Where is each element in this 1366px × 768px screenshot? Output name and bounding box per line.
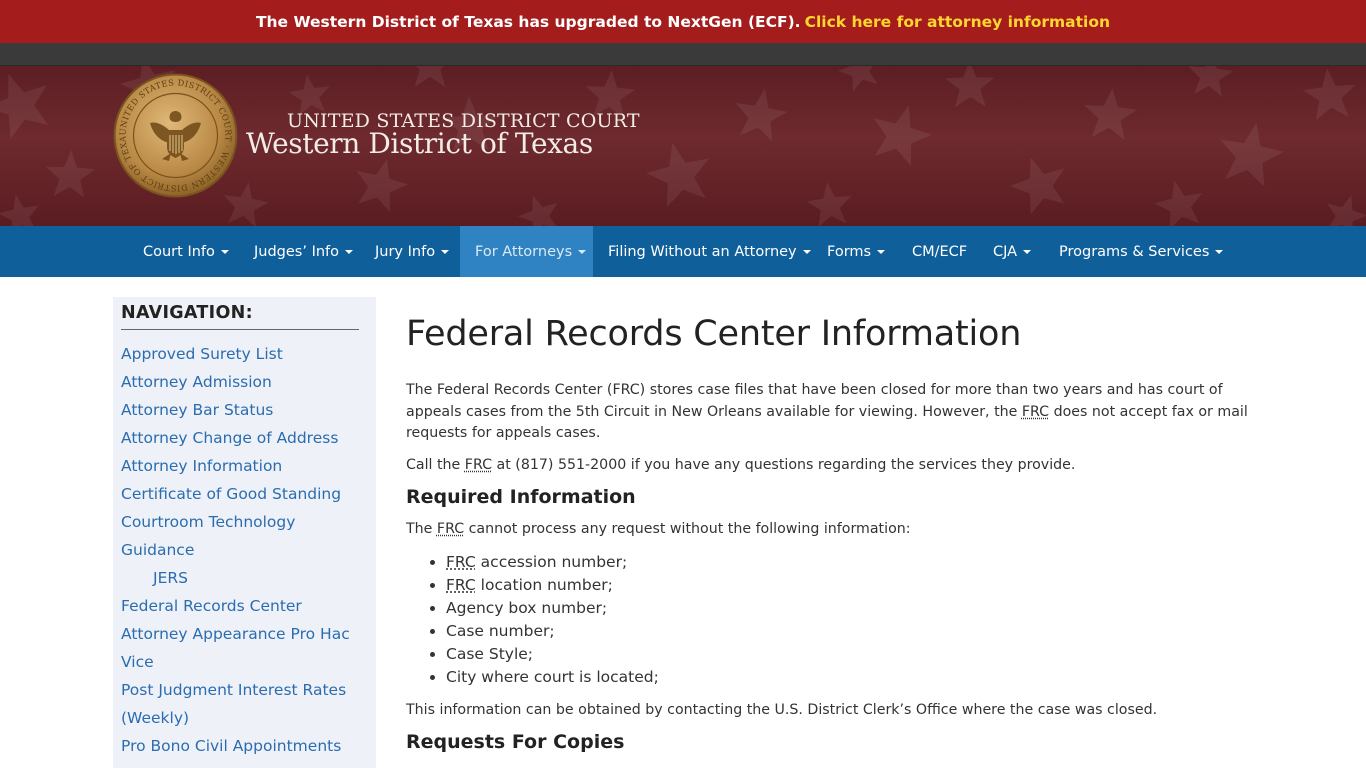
nav-cja[interactable]: CJA: [978, 226, 1046, 277]
sidebar-navigation: NAVIGATION: Approved Surety List Attorne…: [113, 297, 376, 768]
nav-judges-info[interactable]: Judges’ Info: [239, 226, 368, 277]
nav-court-info[interactable]: Court Info: [128, 226, 244, 277]
nav-filing-without-attorney[interactable]: Filing Without an Attorney: [593, 226, 826, 277]
court-name-line2[interactable]: Western District of Texas: [246, 127, 593, 160]
caret-down-icon: [802, 249, 811, 254]
caret-down-icon: [578, 249, 587, 254]
list-item: Case number;: [446, 620, 1256, 643]
sidebar-item-guidance[interactable]: Guidance: [121, 536, 359, 564]
sidebar-item-pro-hac-vice[interactable]: Attorney Appearance Pro Hac: [121, 620, 359, 648]
sidebar-item-pro-bono[interactable]: Pro Bono Civil Appointments: [121, 732, 359, 760]
background-star: [646, 142, 710, 208]
nav-label: Jury Info: [375, 243, 436, 260]
court-seal-logo[interactable]: UNITED STATES DISTRICT COURT · WESTERN D…: [112, 73, 239, 198]
sidebar-item-post-judgment-interest-cont[interactable]: (Weekly): [121, 704, 359, 732]
nav-forms[interactable]: Forms: [812, 226, 900, 277]
background-star: [1084, 88, 1138, 141]
required-info-list: FRC accession number; FRC location numbe…: [446, 551, 1256, 689]
background-star: [0, 74, 49, 139]
list-item: FRC location number;: [446, 574, 1256, 597]
sidebar-list: Approved Surety List Attorney Admission …: [121, 340, 359, 760]
list-item: Case Style;: [446, 643, 1256, 666]
caret-down-icon: [441, 249, 450, 254]
caret-down-icon: [1023, 249, 1032, 254]
nav-label: Forms: [827, 243, 872, 260]
top-utility-strip: [0, 43, 1366, 66]
sidebar-item-attorney-information[interactable]: Attorney Information: [121, 452, 359, 480]
sidebar-item-courtroom-technology[interactable]: Courtroom Technology: [121, 508, 359, 536]
background-star: [1010, 157, 1065, 215]
main-content: Federal Records Center Information The F…: [406, 314, 1256, 764]
required-paragraph: The FRC cannot process any request witho…: [406, 519, 1256, 541]
nav-label: For Attorneys: [475, 243, 573, 260]
nav-for-attorneys[interactable]: For Attorneys: [460, 226, 593, 277]
sidebar-heading: NAVIGATION:: [121, 303, 359, 330]
sidebar-item-jers[interactable]: JERS: [121, 564, 359, 592]
list-item-text: location number;: [475, 575, 613, 594]
nav-label: CM/ECF: [912, 243, 968, 260]
list-item: Agency box number;: [446, 597, 1256, 620]
header-banner: UNITED STATES DISTRICT COURT · WESTERN D…: [0, 66, 1366, 226]
call-paragraph: Call the FRC at (817) 551-2000 if you ha…: [406, 455, 1256, 477]
nav-label: Judges’ Info: [254, 243, 340, 260]
background-star: [1188, 66, 1234, 97]
nav-jury-info[interactable]: Jury Info: [360, 226, 464, 277]
sidebar-item-attorney-bar-status[interactable]: Attorney Bar Status: [121, 396, 359, 424]
nav-cm-ecf[interactable]: CM/ECF: [897, 226, 982, 277]
sidebar-item-post-judgment-interest[interactable]: Post Judgment Interest Rates: [121, 676, 359, 704]
background-star: [0, 194, 40, 226]
call-text-b: at (817) 551-2000 if you have any questi…: [492, 456, 1076, 473]
intro-paragraph: The Federal Records Center (FRC) stores …: [406, 380, 1256, 445]
sidebar-item-attorney-change-of-address[interactable]: Attorney Change of Address: [121, 424, 359, 452]
frc-abbr: FRC: [1021, 403, 1050, 420]
background-star: [356, 158, 408, 213]
list-item-text: accession number;: [475, 552, 628, 571]
background-star: [518, 195, 558, 226]
caret-down-icon: [345, 249, 354, 254]
required-info-heading: Required Information: [406, 486, 636, 508]
required-text-a: The: [406, 521, 437, 537]
background-star: [414, 66, 446, 87]
alert-bar: The Western District of Texas has upgrad…: [0, 0, 1366, 43]
caret-down-icon: [1215, 249, 1224, 254]
frc-abbr: FRC: [446, 552, 476, 571]
background-star: [1327, 194, 1366, 226]
sidebar-item-attorney-admission[interactable]: Attorney Admission: [121, 368, 359, 396]
background-star: [1154, 180, 1203, 226]
caret-down-icon: [220, 249, 229, 254]
list-item: City where court is located;: [446, 666, 1256, 689]
main-navbar: Court Info Judges’ Info Jury Info For At…: [0, 226, 1366, 277]
background-star: [945, 66, 995, 108]
frc-abbr: FRC: [464, 456, 493, 473]
sidebar-item-approved-surety-list[interactable]: Approved Surety List: [121, 340, 359, 368]
nav-label: Court Info: [143, 243, 215, 260]
nav-label: Programs & Services: [1059, 243, 1210, 260]
background-star: [873, 105, 932, 167]
sidebar-item-federal-records-center[interactable]: Federal Records Center: [121, 592, 359, 620]
frc-abbr: FRC: [446, 575, 476, 594]
call-text-a: Call the: [406, 456, 465, 473]
background-star: [1302, 68, 1356, 121]
attorney-info-link[interactable]: Click here for attorney information: [805, 13, 1110, 31]
contact-paragraph: This information can be obtained by cont…: [406, 701, 1158, 718]
alert-text: The Western District of Texas has upgrad…: [255, 12, 801, 31]
sidebar-item-pro-hac-vice-cont[interactable]: Vice: [121, 648, 359, 676]
background-star: [806, 182, 852, 226]
caret-down-icon: [877, 249, 886, 254]
frc-abbr: FRC: [436, 521, 465, 537]
list-item: FRC accession number;: [446, 551, 1256, 574]
background-star: [45, 150, 96, 198]
background-star: [838, 66, 878, 92]
background-star: [1220, 122, 1284, 187]
required-text-b: cannot process any request without the f…: [464, 521, 911, 537]
sidebar-item-certificate-of-good-standing[interactable]: Certificate of Good Standing: [121, 480, 359, 508]
nav-label: Filing Without an Attorney: [608, 243, 797, 260]
requests-heading: Requests For Copies: [406, 731, 625, 753]
page-title: Federal Records Center Information: [406, 314, 1022, 354]
nav-programs-services[interactable]: Programs & Services: [1044, 226, 1238, 277]
nav-label: CJA: [993, 243, 1018, 260]
background-star: [735, 88, 788, 142]
